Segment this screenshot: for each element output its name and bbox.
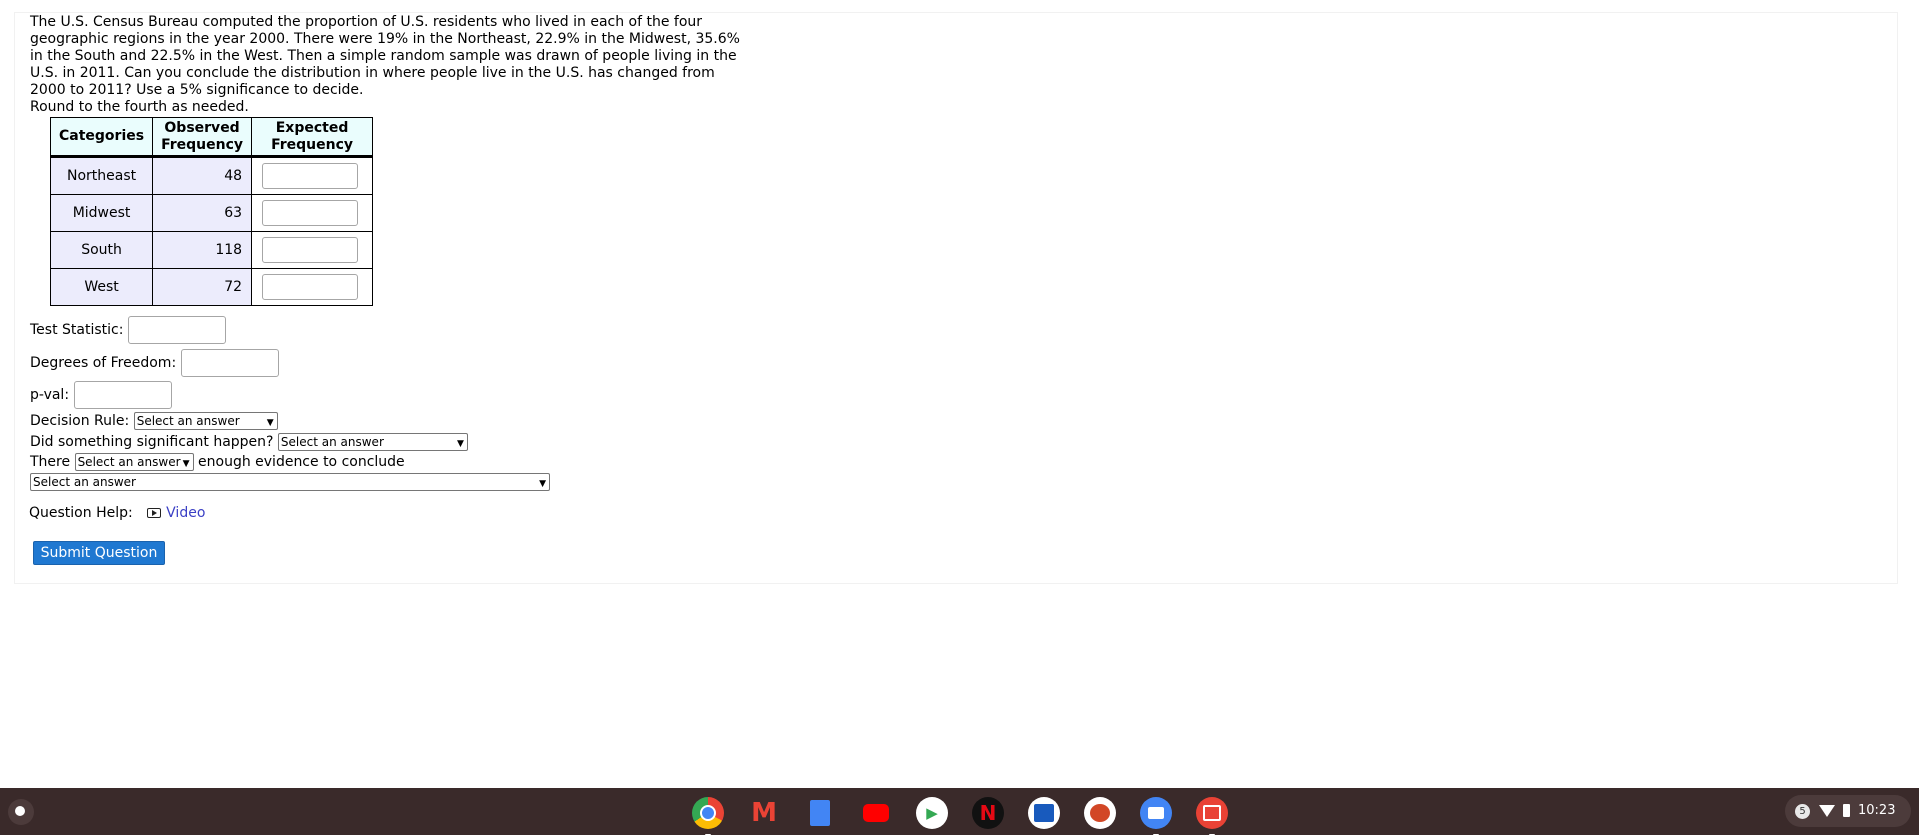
test-statistic-label: Test Statistic: bbox=[30, 322, 124, 338]
clock: 10:23 bbox=[1858, 803, 1896, 818]
netflix-icon[interactable]: N bbox=[972, 797, 1004, 829]
expected-input-south[interactable] bbox=[262, 237, 359, 263]
play-store-icon[interactable]: ▶ bbox=[916, 797, 948, 829]
df-row: Degrees of Freedom: bbox=[30, 349, 279, 377]
wifi-icon bbox=[1819, 805, 1835, 817]
files-icon[interactable] bbox=[1140, 797, 1172, 829]
df-input[interactable] bbox=[180, 349, 279, 377]
decision-rule-selected: Select an answer bbox=[136, 414, 240, 428]
chevron-down-icon: ▼ bbox=[457, 439, 464, 449]
header-expected: Expected Frequency bbox=[251, 117, 374, 158]
gallery-icon[interactable] bbox=[1196, 797, 1228, 829]
evidence-row: There Select an answer ▼ enough evidence… bbox=[30, 453, 405, 471]
decision-rule-label: Decision Rule: bbox=[30, 413, 130, 429]
question-prompt: The U.S. Census Bureau computed the prop… bbox=[30, 14, 740, 98]
category-cell: South bbox=[49, 231, 154, 269]
frequency-table: Categories Observed Frequency Expected F… bbox=[49, 117, 374, 306]
category-cell: Northeast bbox=[49, 156, 154, 195]
significant-row: Did something significant happen? Select… bbox=[30, 433, 468, 451]
expected-input-northeast[interactable] bbox=[262, 163, 359, 189]
df-label: Degrees of Freedom: bbox=[30, 355, 177, 371]
decision-rule-select[interactable]: Select an answer ▼ bbox=[133, 412, 278, 430]
question-content: The U.S. Census Bureau computed the prop… bbox=[30, 14, 740, 116]
status-tray[interactable]: 5 10:23 bbox=[1785, 795, 1911, 827]
observed-cell: 118 bbox=[152, 231, 253, 269]
youtube-icon[interactable] bbox=[860, 797, 892, 829]
table-row: West 72 bbox=[49, 268, 374, 306]
expected-input-midwest[interactable] bbox=[262, 200, 359, 226]
header-observed: Observed Frequency bbox=[152, 117, 253, 158]
significant-selected: Select an answer bbox=[280, 435, 384, 449]
significant-label: Did something significant happen? bbox=[30, 434, 274, 450]
category-cell: Midwest bbox=[49, 194, 154, 232]
table-row: Northeast 48 bbox=[49, 156, 374, 195]
notification-count-badge: 5 bbox=[1795, 804, 1810, 819]
pval-label: p-val: bbox=[30, 387, 70, 403]
conclusion-select[interactable]: Select an answer ▼ bbox=[30, 473, 550, 491]
expected-cell bbox=[251, 156, 374, 195]
chrome-icon[interactable] bbox=[692, 797, 724, 829]
evidence-select[interactable]: Select an answer ▼ bbox=[74, 453, 194, 471]
table-header-row: Categories Observed Frequency Expected F… bbox=[49, 117, 374, 158]
submit-question-button[interactable]: Submit Question bbox=[33, 541, 165, 565]
chevron-down-icon: ▼ bbox=[266, 418, 274, 428]
significant-select[interactable]: Select an answer ▼ bbox=[277, 433, 468, 451]
decision-rule-row: Decision Rule: Select an answer ▼ bbox=[30, 412, 278, 430]
observed-cell: 63 bbox=[152, 194, 253, 232]
table-row: Midwest 63 bbox=[49, 194, 374, 232]
rounding-note: Round to the fourth as needed. bbox=[30, 99, 249, 115]
question-help-row: Question Help: Video bbox=[29, 505, 205, 521]
category-cell: West bbox=[49, 268, 154, 306]
expected-input-west[interactable] bbox=[262, 274, 359, 300]
observed-cell: 72 bbox=[152, 268, 253, 306]
question-help-label: Question Help: bbox=[29, 505, 133, 521]
chevron-down-icon: ▼ bbox=[539, 479, 546, 489]
header-categories: Categories bbox=[49, 117, 154, 158]
test-statistic-input[interactable] bbox=[127, 316, 226, 344]
powerpoint-icon[interactable] bbox=[1084, 797, 1116, 829]
launcher-icon[interactable] bbox=[8, 799, 34, 825]
video-label: Video bbox=[166, 505, 206, 521]
chevron-down-icon: ▼ bbox=[182, 459, 190, 469]
observed-cell: 48 bbox=[152, 156, 253, 195]
pval-input[interactable] bbox=[73, 381, 172, 409]
pval-row: p-val: bbox=[30, 381, 172, 409]
word-icon[interactable] bbox=[1028, 797, 1060, 829]
evidence-selected: Select an answer bbox=[77, 455, 181, 469]
evidence-label: enough evidence to conclude bbox=[198, 454, 405, 470]
expected-cell bbox=[251, 231, 374, 269]
conclusion-row: Select an answer ▼ bbox=[30, 473, 550, 491]
conclusion-selected: Select an answer bbox=[33, 475, 136, 489]
video-icon bbox=[147, 508, 162, 518]
video-link[interactable]: Video bbox=[147, 505, 205, 521]
table-row: South 118 bbox=[49, 231, 374, 269]
battery-icon bbox=[1843, 804, 1850, 817]
expected-cell bbox=[251, 268, 374, 306]
gmail-icon[interactable]: M bbox=[748, 797, 780, 829]
taskbar: M ▶ N 5 10:23 bbox=[0, 788, 1919, 836]
expected-cell bbox=[251, 194, 374, 232]
docs-icon[interactable] bbox=[804, 797, 836, 829]
test-statistic-row: Test Statistic: bbox=[30, 316, 226, 344]
there-label: There bbox=[30, 454, 71, 470]
